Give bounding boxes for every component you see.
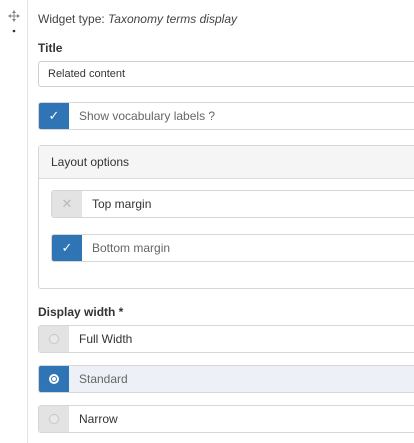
radio-unselected-icon <box>39 406 69 432</box>
radio-selected-icon <box>39 366 69 392</box>
drag-handle-move-icon[interactable] <box>8 10 20 34</box>
radio-label: Full Width <box>79 332 133 346</box>
radio-unselected-icon <box>39 326 69 352</box>
display-width-option-narrow[interactable]: Narrow <box>38 405 414 433</box>
radio-label: Narrow <box>79 412 118 426</box>
layout-options-heading: Layout options <box>39 146 414 179</box>
title-input[interactable] <box>38 61 414 87</box>
widget-type-prefix: Widget type: <box>38 12 105 26</box>
display-width-label: Display width * <box>38 305 124 319</box>
show-vocabulary-labels-label: Show vocabulary labels ? <box>79 109 216 123</box>
top-margin-label: Top margin <box>92 197 152 211</box>
display-width-option-full-width[interactable]: Full Width <box>38 325 414 353</box>
display-width-option-standard[interactable]: Standard <box>38 365 414 393</box>
bottom-margin-label: Bottom margin <box>92 241 171 255</box>
show-vocabulary-labels-checkbox[interactable]: ✓ Show vocabulary labels ? <box>38 102 414 130</box>
left-divider <box>27 0 28 443</box>
unchecked-x-icon: ✕ <box>52 191 82 217</box>
title-label: Title <box>38 41 63 55</box>
checked-icon: ✓ <box>39 103 69 129</box>
widget-type-name: Taxonomy terms display <box>108 12 237 26</box>
checked-icon: ✓ <box>52 235 82 261</box>
bottom-margin-checkbox[interactable]: ✓ Bottom margin <box>51 234 414 262</box>
layout-options-panel: Layout options ✕ Top margin ✓ Bottom mar… <box>38 145 414 289</box>
top-margin-checkbox[interactable]: ✕ Top margin <box>51 190 414 218</box>
widget-type-header: Widget type: Taxonomy terms display <box>38 12 237 26</box>
radio-label: Standard <box>79 372 128 386</box>
